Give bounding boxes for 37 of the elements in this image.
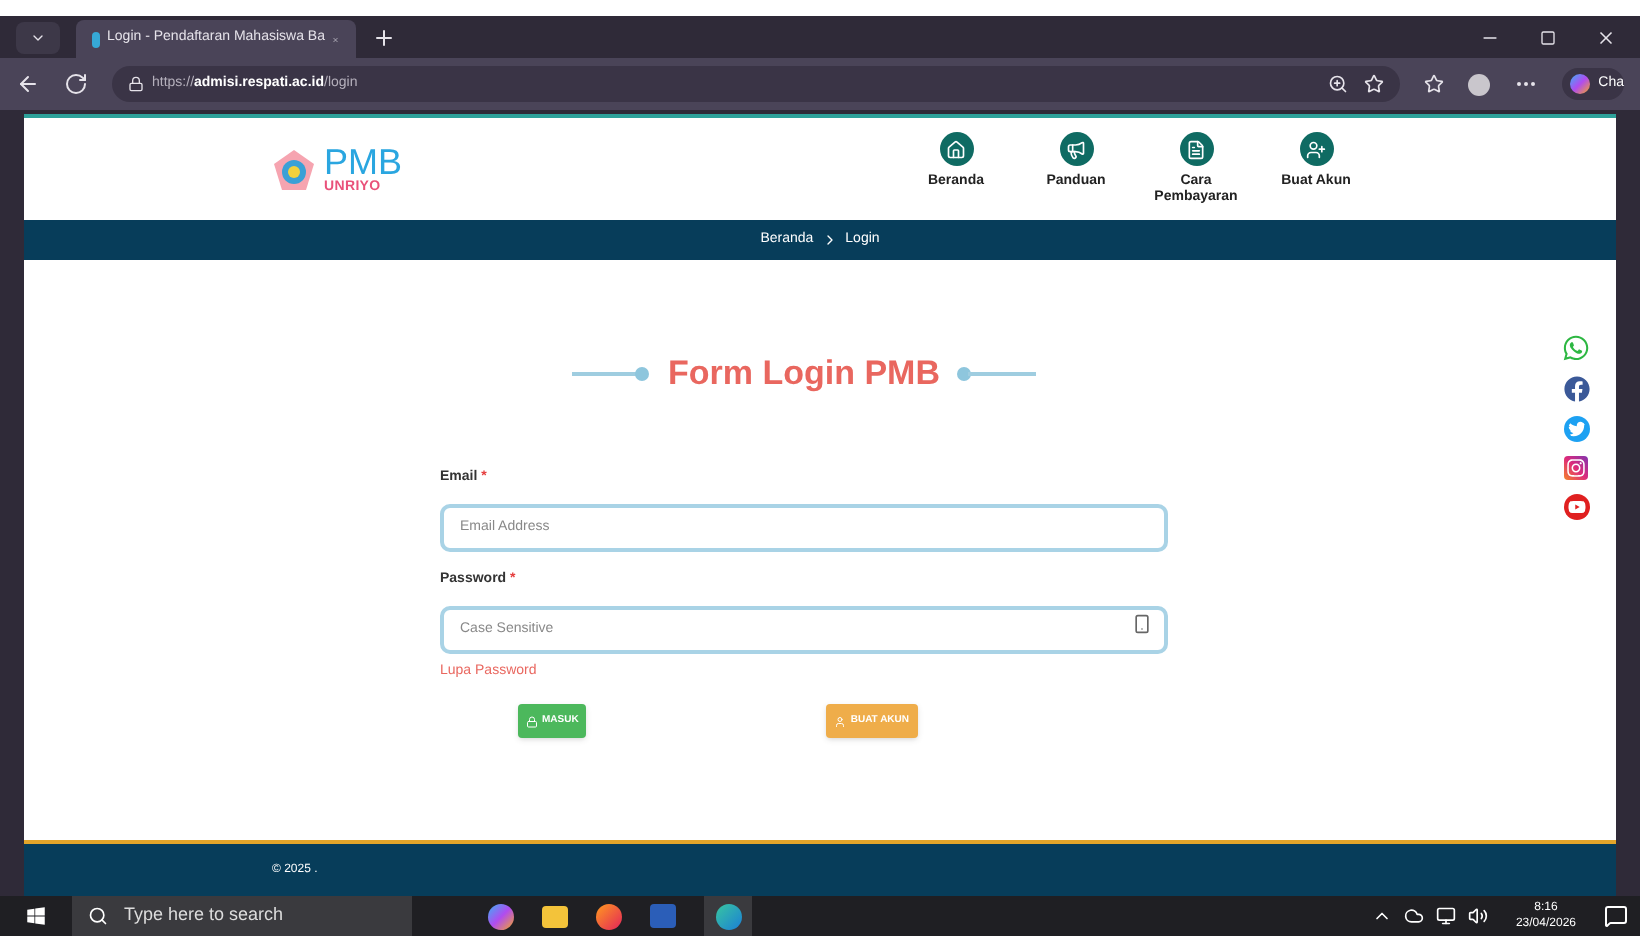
zoom-icon[interactable] — [1328, 74, 1349, 94]
user-icon — [834, 715, 847, 727]
volume-icon[interactable] — [1467, 906, 1488, 926]
reload-icon[interactable] — [64, 72, 88, 96]
copilot-app-icon[interactable] — [488, 903, 514, 929]
folder-app-icon[interactable] — [542, 905, 568, 927]
instagram-icon[interactable] — [1564, 456, 1588, 480]
divider-ornament — [955, 365, 1036, 382]
new-tab-icon[interactable] — [372, 25, 396, 49]
profile-avatar[interactable] — [1468, 73, 1491, 95]
youtube-icon[interactable] — [1563, 494, 1589, 520]
whatsapp-icon[interactable] — [1562, 334, 1590, 362]
user-plus-icon — [1306, 139, 1326, 159]
edge-app-icon[interactable] — [704, 896, 752, 936]
twitter-icon[interactable] — [1563, 416, 1589, 442]
network-icon[interactable] — [1435, 906, 1456, 926]
divider-ornament — [572, 365, 652, 382]
maximize-icon[interactable] — [1540, 29, 1556, 45]
firefox-app-icon[interactable] — [596, 903, 622, 929]
start-icon[interactable] — [26, 906, 46, 926]
favorites-icon[interactable] — [1424, 74, 1445, 94]
form-title: Form Login PMB — [668, 352, 940, 396]
emblem-icon — [272, 147, 316, 191]
favicon-icon — [92, 31, 100, 47]
facebook-icon[interactable] — [1563, 376, 1589, 402]
lock-icon — [526, 715, 538, 727]
notification-icon[interactable] — [1604, 904, 1628, 928]
search-icon — [88, 906, 108, 926]
cloud-icon[interactable] — [1403, 906, 1424, 926]
back-icon[interactable] — [16, 72, 40, 96]
taskbar-search-field[interactable]: Type here to search — [72, 896, 412, 936]
megaphone-icon — [1066, 139, 1086, 159]
star-icon[interactable] — [1364, 74, 1385, 94]
document-icon — [1186, 139, 1206, 159]
close-icon[interactable] — [1596, 27, 1616, 47]
lock-icon — [128, 76, 144, 92]
home-icon — [946, 139, 966, 159]
